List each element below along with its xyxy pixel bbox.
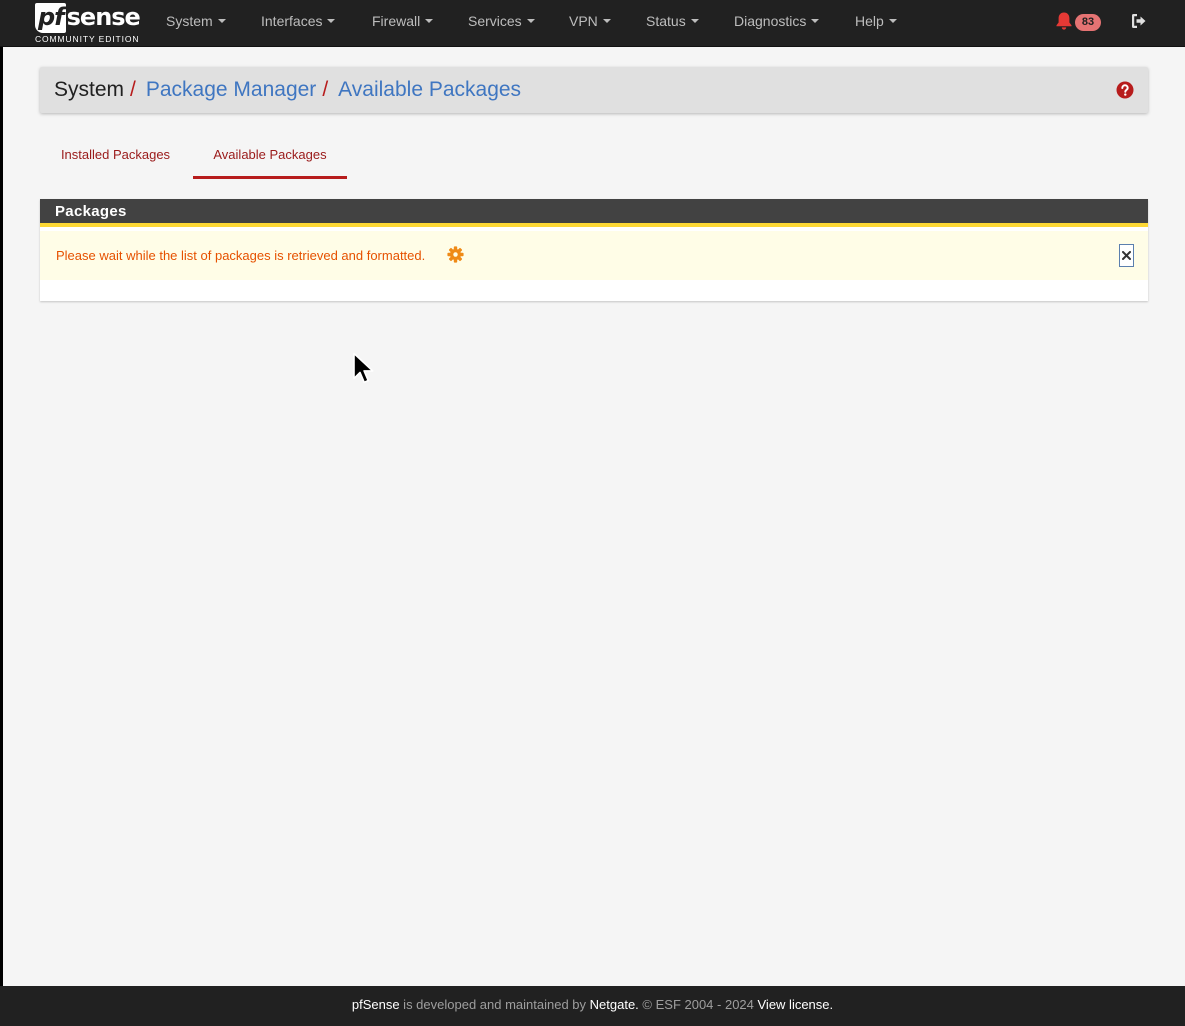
footer-text: is developed and maintained by [399, 997, 590, 1012]
footer-copyright: © ESF 2004 - 2024 [638, 997, 758, 1012]
menu-label: Interfaces [261, 13, 323, 29]
menu-label: Firewall [372, 13, 421, 29]
menu-firewall[interactable]: Firewall [372, 0, 434, 47]
breadcrumb-separator: / [130, 78, 136, 101]
caret-down-icon [690, 19, 699, 24]
alert-message: Please wait while the list of packages i… [56, 248, 426, 263]
panel-heading: Packages [40, 199, 1148, 227]
menu-vpn[interactable]: VPN [569, 0, 611, 47]
menu-diagnostics[interactable]: Diagnostics [734, 0, 820, 47]
menu-services[interactable]: Services [468, 0, 535, 47]
menu-label: System [166, 13, 213, 29]
notification-count-badge[interactable]: 83 [1075, 14, 1101, 31]
logo-edition: COMMUNITY EDITION [35, 34, 140, 44]
caret-down-icon [217, 19, 226, 24]
caret-down-icon [602, 19, 611, 24]
pfsense-logo[interactable]: pf sense COMMUNITY EDITION [35, 3, 141, 45]
logo-sense: sense [66, 3, 141, 31]
window-left-edge [0, 0, 3, 1026]
menu-interfaces[interactable]: Interfaces [261, 0, 336, 47]
packages-panel: Packages Please wait while the list of p… [40, 199, 1148, 301]
menu-label: Diagnostics [734, 13, 807, 29]
menu-label: VPN [569, 13, 598, 29]
breadcrumb-separator: / [322, 78, 329, 101]
footer-netgate-link[interactable]: Netgate. [590, 997, 639, 1012]
logout-icon[interactable] [1130, 12, 1148, 30]
gear-icon [447, 246, 464, 263]
close-icon [1122, 251, 1131, 260]
breadcrumb-system: System [54, 78, 125, 101]
menu-label: Help [855, 13, 884, 29]
caret-down-icon [526, 19, 535, 24]
caret-down-icon [888, 19, 897, 24]
menu-system[interactable]: System [166, 0, 226, 47]
menu-status[interactable]: Status [646, 0, 699, 47]
alert-close-button[interactable] [1119, 244, 1134, 267]
caret-down-icon [425, 19, 434, 24]
top-navbar: pf sense COMMUNITY EDITION System Interfa… [0, 0, 1185, 47]
page-footer: pfSense is developed and maintained by N… [0, 986, 1185, 1026]
tab-installed-packages[interactable]: Installed Packages [40, 135, 191, 179]
footer-license-link[interactable]: View license. [758, 997, 834, 1012]
footer-pfsense-link[interactable]: pfSense [352, 997, 400, 1012]
bell-icon[interactable] [1055, 11, 1073, 31]
help-icon[interactable] [1116, 81, 1134, 99]
loading-alert: Please wait while the list of packages i… [40, 231, 1148, 280]
breadcrumb-package-manager[interactable]: Package Manager [146, 78, 316, 101]
logo-pf: pf [35, 3, 66, 33]
caret-down-icon [811, 19, 820, 24]
page-header: System / Package Manager / Available Package… [40, 67, 1148, 113]
menu-label: Services [468, 13, 522, 29]
menu-help[interactable]: Help [855, 0, 897, 47]
tab-available-packages[interactable]: Available Packages [193, 135, 347, 179]
package-tabs: Installed Packages Available Packages [40, 135, 1148, 180]
breadcrumb: System / Package Manager / Available Package… [54, 67, 521, 113]
mouse-pointer-icon [353, 352, 374, 384]
breadcrumb-available-packages[interactable]: Available Packages [338, 78, 521, 101]
menu-label: Status [646, 13, 686, 29]
panel-title: Packages [55, 203, 127, 220]
logo-mark: pf sense [35, 3, 141, 33]
caret-down-icon [327, 19, 336, 24]
